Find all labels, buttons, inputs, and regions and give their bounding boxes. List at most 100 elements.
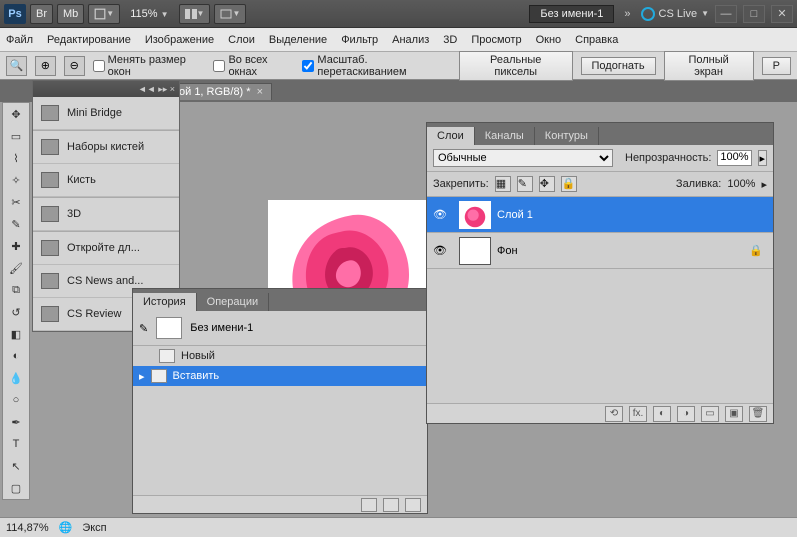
layer-name[interactable]: Фон [497,245,518,257]
brush-presets-item[interactable]: Наборы кистей [33,131,179,164]
mini-bridge-item[interactable]: Mini Bridge [33,97,179,130]
zoom-level[interactable]: 115% ▼ [124,8,174,20]
status-doc-info-icon[interactable]: 🌐 [59,521,73,534]
path-selection-tool[interactable]: ↖ [3,455,29,477]
open-for-item[interactable]: Откройте дл... [33,232,179,265]
more-documents-icon[interactable]: » [618,8,636,20]
history-state-paste[interactable]: ▸ Вставить [133,366,427,386]
marquee-tool[interactable]: ▭ [3,125,29,147]
status-exposure[interactable]: Эксп [82,522,106,534]
bridge-button[interactable]: Br [30,4,53,24]
rectangle-tool[interactable]: ▢ [3,477,29,499]
visibility-toggle[interactable]: 👁 [427,208,453,221]
scrubby-zoom-checkbox[interactable]: Масштаб. перетаскиванием [302,54,451,78]
visibility-toggle[interactable]: 👁 [427,244,453,257]
menu-layers[interactable]: Слои [228,34,255,46]
eraser-tool[interactable]: ◧ [3,323,29,345]
menu-file[interactable]: Файл [6,34,33,46]
lock-position-button[interactable]: ✥ [539,176,555,192]
brush-item[interactable]: Кисть [33,164,179,197]
clone-stamp-tool[interactable]: ⧉ [3,279,29,301]
zoom-tool-icon[interactable]: 🔍 [6,56,27,76]
actual-pixels-button[interactable]: Реальные пикселы [459,51,573,81]
tab-layers[interactable]: Слои [427,127,475,145]
tab-channels[interactable]: Каналы [475,127,535,145]
view-extras-button[interactable]: ▼ [88,4,120,24]
3d-item[interactable]: 3D [33,198,179,231]
arrange-documents-button[interactable]: ▼ [179,4,211,24]
layer-row-layer1[interactable]: 👁 Слой 1 [427,197,773,233]
menu-view[interactable]: Просмотр [471,34,521,46]
zoom-in-icon[interactable]: ⊕ [35,56,56,76]
screen-mode-button[interactable]: ▼ [214,4,246,24]
window-minimize-button[interactable]: — [715,5,737,23]
opacity-value[interactable]: 100% [717,150,751,166]
opacity-arrow-icon[interactable]: ▸ [758,150,767,166]
window-close-button[interactable]: ✕ [771,5,793,23]
lock-image-button[interactable]: ✎ [517,176,533,192]
gradient-tool[interactable]: ◐ [3,345,29,367]
lock-all-button[interactable]: 🔒 [561,176,577,192]
tab-paths[interactable]: Контуры [535,127,599,145]
layer-row-background[interactable]: 👁 Фон 🔒 [427,233,773,269]
menu-filter[interactable]: Фильтр [341,34,378,46]
menu-edit[interactable]: Редактирование [47,34,131,46]
close-tab-icon[interactable]: × [257,86,263,98]
menu-window[interactable]: Окно [536,34,562,46]
brush-tool[interactable]: 🖌 [3,257,29,279]
history-brush-source-icon[interactable]: ✎ [139,322,148,335]
menu-3d[interactable]: 3D [443,34,457,46]
menu-select[interactable]: Выделение [269,34,327,46]
fill-arrow-icon[interactable]: ▸ [761,178,767,191]
layer-name[interactable]: Слой 1 [497,209,533,221]
history-state-new[interactable]: Новый [133,346,427,366]
window-maximize-button[interactable]: □ [743,5,765,23]
brush-icon [41,172,59,188]
layer-thumbnail[interactable] [459,201,491,229]
menu-image[interactable]: Изображение [145,34,214,46]
blend-mode-select[interactable]: Обычные [433,149,613,167]
layer-mask-button[interactable]: ◐ [653,406,671,422]
extensions-panel-header[interactable]: ◄◄ ▸▸ × [33,81,179,97]
magic-wand-tool[interactable]: ✧ [3,169,29,191]
tab-actions[interactable]: Операции [197,293,269,311]
history-snapshot[interactable]: ✎ Без имени-1 [133,311,427,345]
fill-value[interactable]: 100% [727,178,755,190]
layer-style-button[interactable]: fx. [629,406,647,422]
blur-tool[interactable]: 💧 [3,367,29,389]
fit-screen-button[interactable]: Подогнать [581,57,656,75]
document-selector[interactable]: Без имени-1 [529,5,614,23]
mini-bridge-button[interactable]: Mb [57,4,84,24]
layer-thumbnail[interactable] [459,237,491,265]
delete-state-button[interactable] [405,498,421,512]
cs-live-button[interactable]: CS Live▼ [641,7,709,21]
new-snapshot-button[interactable] [383,498,399,512]
menu-help[interactable]: Справка [575,34,618,46]
history-brush-tool[interactable]: ↺ [3,301,29,323]
dodge-tool[interactable]: ○ [3,389,29,411]
delete-layer-button[interactable]: 🗑 [749,406,767,422]
pen-tool[interactable]: ✒ [3,411,29,433]
full-screen-button[interactable]: Полный экран [664,51,754,81]
print-size-button[interactable]: Р [762,57,791,75]
resize-windows-checkbox[interactable]: Менять размер окон [93,54,206,78]
adjustment-layer-button[interactable]: ◑ [677,406,695,422]
history-panel-footer [133,495,427,513]
status-zoom[interactable]: 114,87% [6,522,49,534]
tab-history[interactable]: История [133,293,197,311]
new-group-button[interactable]: ▭ [701,406,719,422]
lock-transparency-button[interactable]: ▦ [495,176,511,192]
new-layer-button[interactable]: ▣ [725,406,743,422]
healing-brush-tool[interactable]: ✚ [3,235,29,257]
move-tool[interactable]: ✥ [3,103,29,125]
lasso-tool[interactable]: ⌇ [3,147,29,169]
zoom-out-icon[interactable]: ⊖ [64,56,85,76]
all-windows-checkbox[interactable]: Во всех окнах [213,54,294,78]
create-document-from-state-button[interactable] [361,498,377,512]
eyedropper-tool[interactable]: ✎ [3,213,29,235]
menu-analysis[interactable]: Анализ [392,34,429,46]
crop-tool[interactable]: ✂ [3,191,29,213]
link-layers-button[interactable]: ⟲ [605,406,623,422]
document-tab[interactable]: ой 1, RGB/8) * × [170,83,272,100]
type-tool[interactable]: T [3,433,29,455]
